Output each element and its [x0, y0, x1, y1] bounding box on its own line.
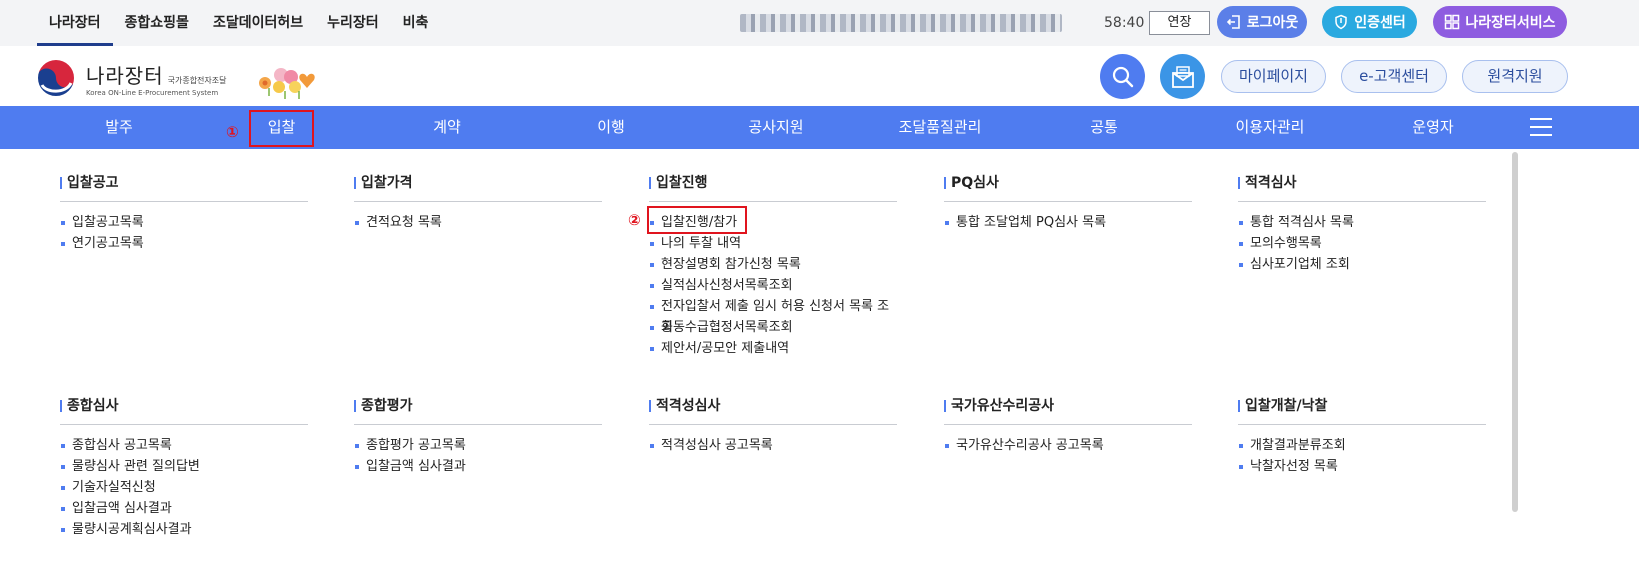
menu-item[interactable]: 연기공고목록	[60, 233, 308, 254]
shield-icon	[1335, 14, 1347, 30]
annotation-box-bidding	[249, 110, 314, 147]
menu-item[interactable]: 통합 조달업체 PQ심사 목록	[944, 212, 1192, 233]
search-icon	[1112, 66, 1133, 87]
e-customer-center-link[interactable]: e-고객센터	[1341, 60, 1447, 93]
nav-contract[interactable]: 계약	[398, 106, 496, 149]
menu-group-bid-progress: 입찰진행 입찰진행/참가 나의 투찰 내역 현장설명회 참가신청 목록 실적심사…	[649, 173, 897, 359]
menu-item[interactable]: 입찰금액 심사결과	[354, 456, 602, 477]
annotation-marker-1: ①	[226, 123, 239, 141]
site-tab-shopping-mall[interactable]: 종합쇼핑몰	[113, 0, 201, 46]
cert-center-label: 인증센터	[1354, 15, 1406, 31]
menu-group-title: 입찰가격	[354, 173, 602, 193]
nav-quality-management[interactable]: 조달품질관리	[874, 106, 1006, 149]
site-tab-data-hub[interactable]: 조달데이터허브	[201, 0, 315, 46]
top-utility-bar: 나라장터 종합쇼핑몰 조달데이터허브 누리장터 비축 58:40 연장 로그아웃…	[0, 0, 1639, 46]
menu-group-title: PQ심사	[944, 173, 1192, 193]
menu-item[interactable]: 공동수급협정서목록조회	[649, 317, 897, 338]
menu-group-heritage-repair: 국가유산수리공사 국가유산수리공사 공고목록	[944, 396, 1192, 456]
menu-group-title: 입찰진행	[649, 173, 897, 193]
logout-icon	[1226, 15, 1240, 29]
menu-item[interactable]: 입찰공고목록	[60, 212, 308, 233]
menu-item[interactable]: 견적요청 목록	[354, 212, 602, 233]
menu-item[interactable]: 종합평가 공고목록	[354, 435, 602, 456]
menu-item[interactable]: 개찰결과분류조회	[1238, 435, 1486, 456]
nav-construction-support[interactable]: 공사지원	[716, 106, 836, 149]
logo-text: 나라장터 국가종합전자조달 Korea ON-Line E-Procuremen…	[86, 60, 227, 97]
menu-group-title: 종합평가	[354, 396, 602, 416]
site-logo[interactable]: 나라장터 국가종합전자조달 Korea ON-Line E-Procuremen…	[36, 58, 227, 98]
nav-user-management[interactable]: 이용자관리	[1210, 106, 1330, 149]
menu-item[interactable]: 기술자실적신청	[60, 477, 308, 498]
logout-label: 로그아웃	[1246, 15, 1299, 31]
logo-subtitle: 국가종합전자조달	[167, 75, 227, 85]
site-tab-nuri[interactable]: 누리장터	[315, 0, 391, 46]
menu-group-title: 종합심사	[60, 396, 308, 416]
message-button[interactable]	[1160, 54, 1205, 99]
logout-button[interactable]: 로그아웃	[1217, 6, 1307, 38]
site-header: 나라장터 국가종합전자조달 Korea ON-Line E-Procuremen…	[0, 46, 1639, 106]
menu-toggle-icon[interactable]	[1530, 118, 1552, 138]
menu-group-title: 국가유산수리공사	[944, 396, 1192, 416]
menu-item[interactable]: 전자입찰서 제출 임시 허용 신청서 목록 조회	[649, 296, 897, 335]
nara-service-button[interactable]: 나라장터서비스	[1433, 6, 1567, 38]
menu-item[interactable]: 국가유산수리공사 공고목록	[944, 435, 1192, 456]
remote-support-link[interactable]: 원격지원	[1462, 60, 1568, 93]
menu-group-suitability-review: 적격성심사 적격성심사 공고목록	[649, 396, 897, 456]
redacted-user-info	[740, 14, 1062, 32]
menu-item[interactable]: 제안서/공모안 제출내역	[649, 338, 897, 359]
menu-item[interactable]: 낙찰자선정 목록	[1238, 456, 1486, 477]
menu-group-title: 적격심사	[1238, 173, 1486, 193]
menu-group-eligibility-review: 적격심사 통합 적격심사 목록 모의수행목록 심사포기업체 조회	[1238, 173, 1486, 275]
site-tab-narajangteo[interactable]: 나라장터	[37, 0, 113, 46]
menu-item[interactable]: 현장설명회 참가신청 목록	[649, 254, 897, 275]
extend-session-button[interactable]: 연장	[1149, 11, 1210, 35]
menu-item[interactable]: 물량심사 관련 질의답변	[60, 456, 308, 477]
cert-center-button[interactable]: 인증센터	[1322, 6, 1417, 38]
menu-item[interactable]: 적격성심사 공고목록	[649, 435, 897, 456]
logo-english-name: Korea ON-Line E-Procurement System	[86, 88, 219, 97]
flower-decoration-icon	[259, 68, 315, 99]
menu-group-title: 적격성심사	[649, 396, 897, 416]
site-tab-stockpile[interactable]: 비축	[391, 0, 441, 46]
menu-item[interactable]: 실적심사신청서목록조회	[649, 275, 897, 296]
nav-operator[interactable]: 운영자	[1384, 106, 1482, 149]
menu-item[interactable]: 모의수행목록	[1238, 233, 1486, 254]
menu-group-title: 입찰개찰/낙찰	[1238, 396, 1486, 416]
site-tabs: 나라장터 종합쇼핑몰 조달데이터허브 누리장터 비축	[37, 0, 440, 46]
menu-scrollbar[interactable]	[1512, 152, 1518, 512]
menu-item[interactable]: 통합 적격심사 목록	[1238, 212, 1486, 233]
mail-icon	[1171, 65, 1194, 88]
menu-item[interactable]: 물량시공계획심사결과	[60, 519, 308, 540]
menu-group-comprehensive-review: 종합심사 종합심사 공고목록 물량심사 관련 질의답변 기술자실적신청 입찰금액…	[60, 396, 308, 540]
my-page-link[interactable]: 마이페이지	[1221, 60, 1326, 93]
menu-group-bid-price: 입찰가격 견적요청 목록	[354, 173, 602, 233]
menu-item[interactable]: 심사포기업체 조회	[1238, 254, 1486, 275]
nav-ordering[interactable]: 발주	[70, 106, 168, 149]
session-timer: 58:40	[1104, 15, 1145, 31]
taegeuk-logo-icon	[36, 58, 76, 98]
menu-group-bid-notice: 입찰공고 입찰공고목록 연기공고목록	[60, 173, 308, 254]
main-navigation: 발주 입찰 계약 이행 공사지원 조달품질관리 공통 이용자관리 운영자	[0, 106, 1639, 149]
menu-group-title: 입찰공고	[60, 173, 308, 193]
nav-performance[interactable]: 이행	[562, 106, 660, 149]
menu-group-comprehensive-evaluation: 종합평가 종합평가 공고목록 입찰금액 심사결과	[354, 396, 602, 477]
search-button[interactable]	[1100, 54, 1145, 99]
logo-title: 나라장터	[86, 63, 164, 88]
menu-group-pq-review: PQ심사 통합 조달업체 PQ심사 목록	[944, 173, 1192, 233]
menu-item[interactable]: 종합심사 공고목록	[60, 435, 308, 456]
menu-item[interactable]: 입찰금액 심사결과	[60, 498, 308, 519]
menu-group-opening-award: 입찰개찰/낙찰 개찰결과분류조회 낙찰자선정 목록	[1238, 396, 1486, 477]
grid-icon	[1445, 14, 1460, 30]
nav-common[interactable]: 공통	[1055, 106, 1153, 149]
mega-menu: 입찰공고 입찰공고목록 연기공고목록 입찰가격 견적요청 목록 입찰진행 입찰진…	[0, 149, 1639, 572]
nara-service-label: 나라장터서비스	[1465, 15, 1556, 31]
menu-item[interactable]: 나의 투찰 내역	[649, 233, 897, 254]
menu-item-bid-progress-participate[interactable]: 입찰진행/참가	[649, 212, 897, 233]
